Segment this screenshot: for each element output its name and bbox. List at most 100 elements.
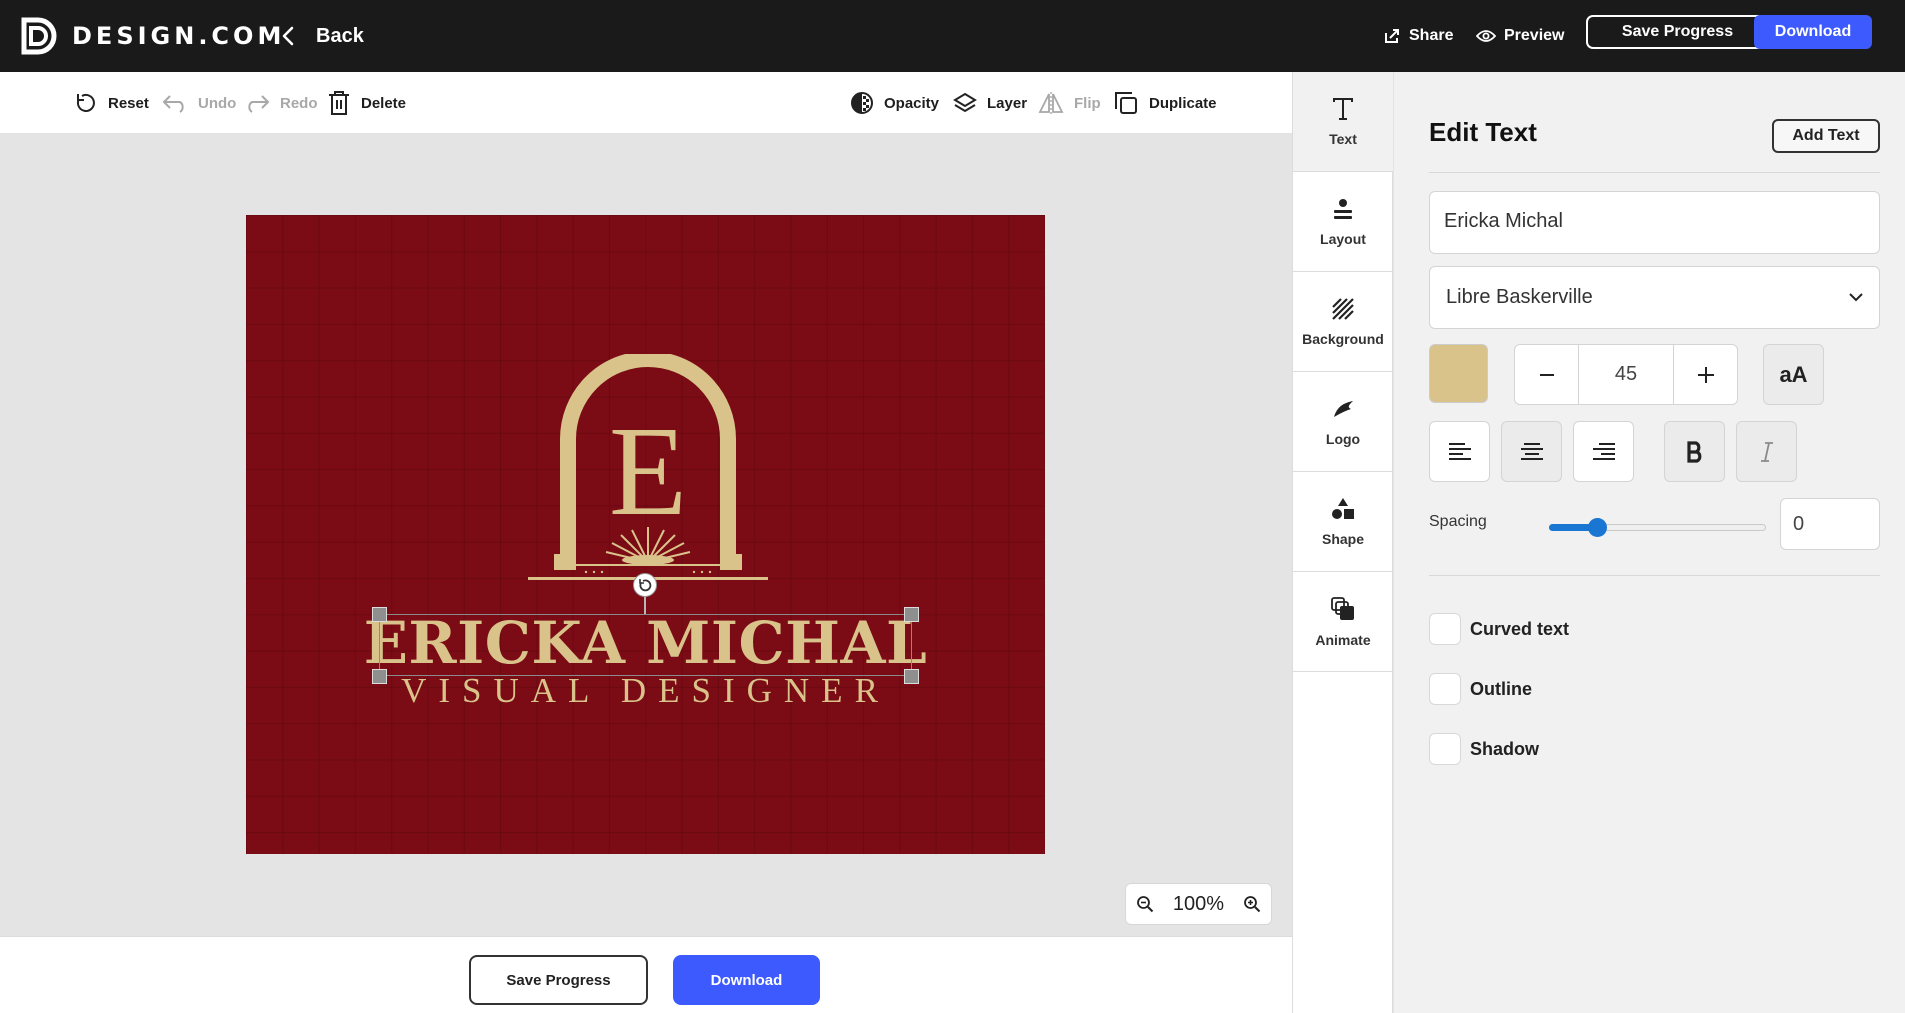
align-right-icon bbox=[1592, 442, 1615, 460]
back-label: Back bbox=[316, 24, 364, 47]
flip-label: Flip bbox=[1074, 94, 1101, 112]
background-icon bbox=[1332, 297, 1354, 320]
flip-icon bbox=[1038, 92, 1064, 114]
bold-icon bbox=[1686, 440, 1701, 463]
zoom-control: 100% bbox=[1125, 883, 1272, 925]
reset-button[interactable]: Reset bbox=[74, 88, 149, 118]
duplicate-button[interactable]: Duplicate bbox=[1113, 88, 1217, 118]
preview-button[interactable]: Preview bbox=[1476, 20, 1564, 52]
bold-button[interactable] bbox=[1664, 421, 1725, 482]
add-text-button[interactable]: Add Text bbox=[1772, 119, 1880, 153]
shape-icon bbox=[1332, 497, 1354, 519]
text-icon bbox=[1333, 97, 1353, 120]
save-progress-button-top[interactable]: Save Progress bbox=[1586, 15, 1769, 49]
rail-label-shape: Shape bbox=[1321, 530, 1364, 547]
share-button[interactable]: Share bbox=[1383, 20, 1453, 52]
text-case-button[interactable]: aA bbox=[1763, 344, 1824, 405]
brand-name: DESIGN.COM bbox=[72, 22, 286, 50]
rotate-handle[interactable] bbox=[633, 573, 657, 597]
rotate-icon bbox=[639, 579, 652, 592]
resize-handle-top-right[interactable] bbox=[904, 607, 919, 622]
spacing-slider[interactable] bbox=[1549, 518, 1766, 537]
download-button-top[interactable]: Download bbox=[1754, 15, 1872, 49]
resize-handle-bottom-left[interactable] bbox=[372, 669, 387, 684]
rail-item-layout[interactable]: Layout bbox=[1293, 172, 1393, 272]
text-content-input[interactable]: Ericka Michal bbox=[1429, 191, 1880, 254]
zoom-out-icon[interactable] bbox=[1136, 895, 1154, 913]
italic-icon bbox=[1760, 441, 1773, 462]
reset-icon bbox=[76, 93, 95, 112]
redo-button[interactable]: Redo bbox=[244, 88, 318, 118]
redo-label: Redo bbox=[280, 94, 318, 112]
selection-box[interactable] bbox=[379, 614, 912, 676]
zoom-in-icon[interactable] bbox=[1243, 895, 1261, 913]
plus-icon bbox=[1697, 366, 1714, 383]
rail-item-shape[interactable]: Shape bbox=[1293, 472, 1393, 572]
chevron-down-icon bbox=[1849, 293, 1863, 302]
opacity-button[interactable]: Opacity bbox=[850, 88, 939, 118]
shadow-option[interactable]: Shadow bbox=[1429, 733, 1539, 765]
rail-label-text: Text bbox=[1329, 130, 1357, 147]
font-size-value[interactable]: 45 bbox=[1578, 345, 1674, 404]
redo-icon bbox=[248, 95, 270, 113]
shadow-checkbox[interactable] bbox=[1429, 733, 1461, 765]
text-color-swatch[interactable] bbox=[1429, 344, 1488, 403]
top-bar: DESIGN.COM Back Share Preview Save Progr… bbox=[0, 0, 1905, 72]
rail-item-background[interactable]: Background bbox=[1293, 272, 1393, 372]
spacing-input[interactable]: 0 bbox=[1780, 498, 1880, 550]
align-left-icon bbox=[1448, 442, 1471, 460]
brand-logo[interactable]: DESIGN.COM bbox=[20, 12, 285, 60]
rail-label-logo: Logo bbox=[1325, 430, 1361, 447]
align-left-button[interactable] bbox=[1429, 421, 1490, 482]
rail-item-text[interactable]: Text bbox=[1293, 72, 1393, 172]
trash-icon bbox=[329, 91, 349, 115]
rail-item-animate[interactable]: Animate bbox=[1293, 572, 1393, 672]
spacing-slider-thumb[interactable] bbox=[1588, 518, 1607, 537]
curved-text-option[interactable]: Curved text bbox=[1429, 613, 1569, 645]
emblem-letter: E bbox=[609, 400, 687, 542]
logo-icon bbox=[1334, 400, 1353, 417]
minus-icon bbox=[1539, 373, 1554, 376]
italic-button[interactable] bbox=[1736, 421, 1797, 482]
panel-divider-top bbox=[1429, 172, 1880, 173]
rail-item-logo[interactable]: Logo bbox=[1293, 372, 1393, 472]
undo-icon bbox=[162, 95, 184, 113]
opacity-label: Opacity bbox=[884, 94, 940, 112]
flip-button[interactable]: Flip bbox=[1038, 88, 1101, 118]
rail-label-background: Background bbox=[1302, 330, 1384, 347]
align-right-button[interactable] bbox=[1573, 421, 1634, 482]
font-size-decrease-button[interactable] bbox=[1515, 345, 1578, 404]
undo-button[interactable]: Undo bbox=[162, 88, 236, 118]
subtitle-text-element[interactable]: VISUAL DESIGNER bbox=[246, 671, 1045, 711]
outline-option[interactable]: Outline bbox=[1429, 673, 1532, 705]
outline-checkbox[interactable] bbox=[1429, 673, 1461, 705]
align-center-icon bbox=[1520, 442, 1543, 460]
duplicate-icon bbox=[1115, 92, 1137, 114]
font-family-value: Libre Baskerville bbox=[1446, 286, 1593, 308]
back-button[interactable]: Back bbox=[282, 18, 364, 54]
design-logo-icon bbox=[21, 17, 57, 55]
design-canvas[interactable]: E ERICKA MICHAL VISUAL DESIGNER bbox=[246, 215, 1045, 854]
curved-text-checkbox[interactable] bbox=[1429, 613, 1461, 645]
opacity-icon bbox=[851, 92, 873, 114]
duplicate-label: Duplicate bbox=[1149, 94, 1217, 112]
chevron-left-icon bbox=[282, 26, 294, 46]
font-family-select[interactable]: Libre Baskerville bbox=[1429, 266, 1880, 329]
share-icon bbox=[1385, 29, 1399, 43]
download-button-bottom[interactable]: Download bbox=[673, 955, 820, 1005]
resize-handle-bottom-right[interactable] bbox=[904, 669, 919, 684]
delete-button[interactable]: Delete bbox=[327, 88, 406, 118]
align-center-button[interactable] bbox=[1501, 421, 1562, 482]
zoom-value: 100% bbox=[1172, 892, 1225, 915]
resize-handle-top-left[interactable] bbox=[372, 607, 387, 622]
preview-label: Preview bbox=[1504, 27, 1565, 44]
save-progress-button-bottom[interactable]: Save Progress bbox=[469, 955, 648, 1005]
outline-label: Outline bbox=[1470, 678, 1532, 699]
edit-text-panel: Edit Text Add Text Ericka Michal Libre B… bbox=[1394, 72, 1905, 1013]
panel-divider-mid bbox=[1429, 575, 1880, 576]
edit-toolbar: Reset Undo Redo Delete Opacity Layer Fli… bbox=[0, 72, 1292, 134]
arch-emblem[interactable]: E bbox=[528, 354, 768, 584]
font-size-increase-button[interactable] bbox=[1674, 345, 1737, 404]
layer-label: Layer bbox=[987, 94, 1028, 112]
layer-button[interactable]: Layer bbox=[953, 88, 1027, 118]
